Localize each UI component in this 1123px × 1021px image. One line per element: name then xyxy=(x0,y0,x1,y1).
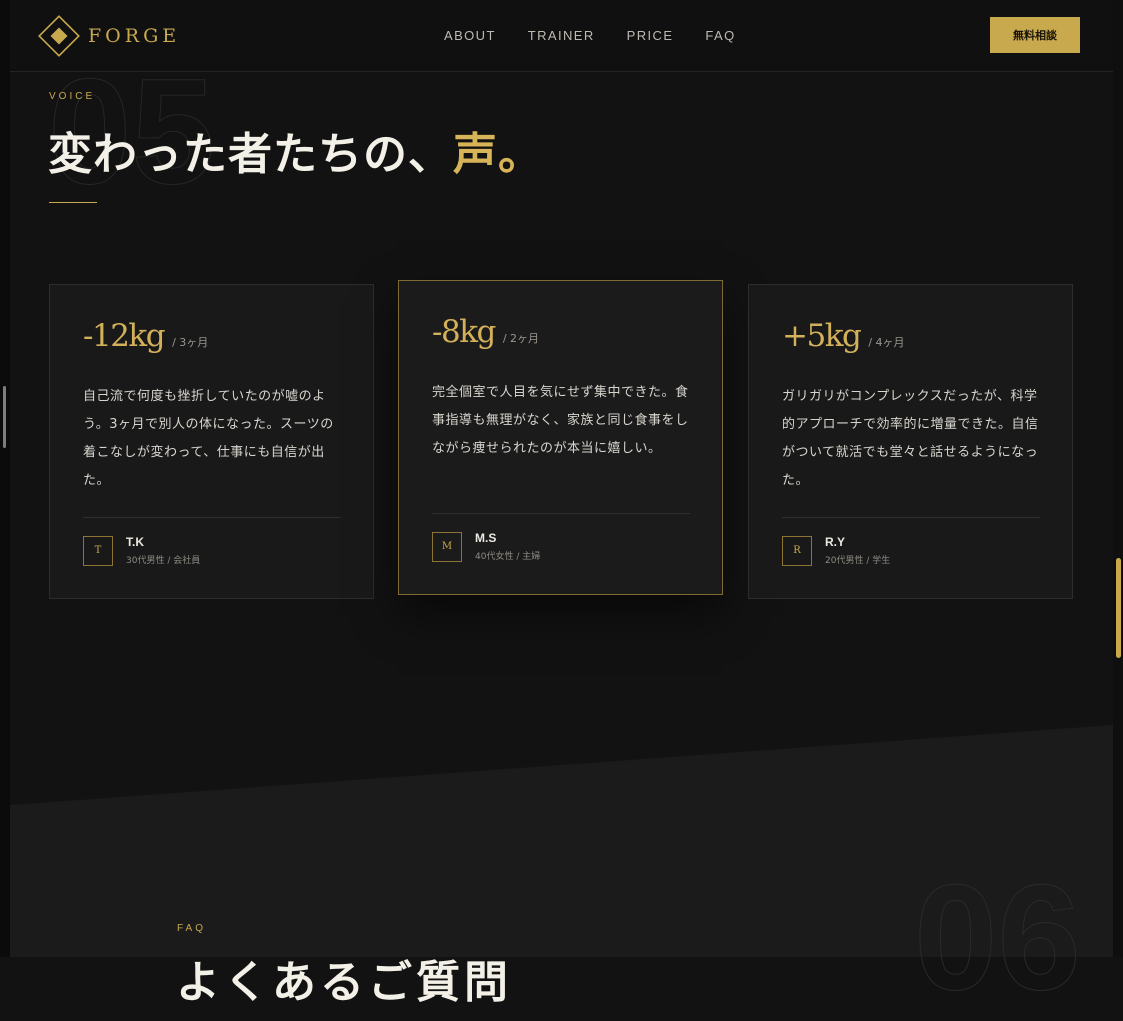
avatar: R xyxy=(782,535,812,566)
card-divider xyxy=(782,517,1040,518)
avatar: M xyxy=(432,531,462,562)
title-underline xyxy=(49,202,97,203)
testimonial-card-featured: -8kg / 2ヶ月 完全個室で人目を気にせず集中できた。食事指導も無理がなく、… xyxy=(398,280,723,595)
page-scrollbar-thumb[interactable] xyxy=(1116,558,1121,658)
testimonial-quote: 自己流で何度も挫折していたのが嘘のよう。3ヶ月で別人の体になった。スーツの着こな… xyxy=(83,389,334,488)
result-value: -12kg xyxy=(83,318,166,354)
result-value: -8kg xyxy=(432,314,496,350)
author-meta: 30代男性 / 会社員 xyxy=(126,556,201,566)
author-name: M.S xyxy=(475,531,497,545)
result-period: / 3ヶ月 xyxy=(172,336,209,349)
result-period: / 4ヶ月 xyxy=(868,336,905,349)
nav-link-price[interactable]: PRICE xyxy=(627,28,674,43)
faq-title: よくあるご質問 xyxy=(176,957,512,1008)
author-name: R.Y xyxy=(825,535,846,549)
author: T T.K 30代男性 / 会社員 xyxy=(83,535,200,566)
card-divider xyxy=(83,517,341,518)
section-title: 変わった者たちの、声。 xyxy=(48,118,543,182)
free-consultation-button[interactable]: 無料相談 xyxy=(990,17,1080,53)
testimonial-card: -12kg / 3ヶ月 自己流で何度も挫折していたのが嘘のよう。3ヶ月で別人の体… xyxy=(49,284,374,599)
nav-link-trainer[interactable]: TRAINER xyxy=(528,28,595,43)
main-nav: ABOUT TRAINER PRICE FAQ xyxy=(444,28,768,43)
result-stat: -8kg / 2ヶ月 xyxy=(432,314,539,350)
section-title-main: 変わった者たちの、 xyxy=(48,129,453,180)
section-eyebrow: VOICE xyxy=(49,91,96,102)
testimonial-quote: 完全個室で人目を気にせず集中できた。食事指導も無理がなく、家族と同じ食事をしなが… xyxy=(432,385,689,456)
nav-link-about[interactable]: ABOUT xyxy=(444,28,496,43)
nav-link-faq[interactable]: FAQ xyxy=(705,28,735,43)
logo-text: FORGE xyxy=(88,25,181,47)
author-meta: 20代男性 / 学生 xyxy=(825,556,891,566)
testimonial-card: +5kg / 4ヶ月 ガリガリがコンプレックスだったが、科学的アプローチで効率的… xyxy=(748,284,1073,599)
section-number-watermark: 06 xyxy=(914,853,1082,1021)
section-title-accent: 声。 xyxy=(453,129,543,180)
page-scrollbar[interactable] xyxy=(1113,0,1123,957)
author-meta: 40代女性 / 主婦 xyxy=(475,552,541,562)
author: R R.Y 20代男性 / 学生 xyxy=(782,535,890,566)
faq-eyebrow: FAQ xyxy=(177,923,207,934)
avatar: T xyxy=(83,535,113,566)
testimonial-quote: ガリガリがコンプレックスだったが、科学的アプローチで効率的に増量できた。自信がつ… xyxy=(782,389,1039,488)
left-scroll-thumb[interactable] xyxy=(3,386,6,448)
author-name: T.K xyxy=(126,535,144,549)
left-scroll-rail xyxy=(0,0,10,957)
result-value: +5kg xyxy=(782,318,862,354)
result-stat: -12kg / 3ヶ月 xyxy=(83,318,208,354)
result-stat: +5kg / 4ヶ月 xyxy=(782,318,905,354)
card-divider xyxy=(432,513,690,514)
author: M M.S 40代女性 / 主婦 xyxy=(432,531,540,562)
result-period: / 2ヶ月 xyxy=(502,332,540,345)
